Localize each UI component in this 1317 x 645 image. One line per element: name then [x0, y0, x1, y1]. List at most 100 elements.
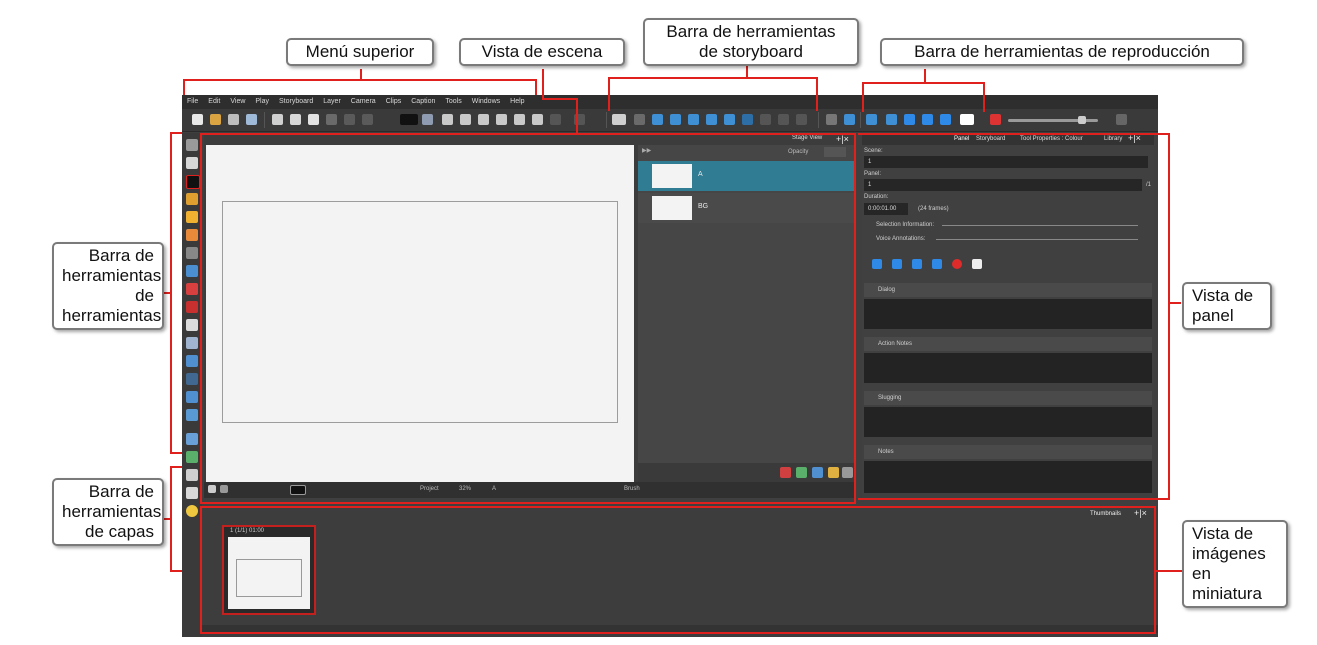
menu-storyboard[interactable]: Storyboard: [274, 95, 318, 109]
rotate-icon[interactable]: [186, 391, 198, 403]
storyboard-connector: [608, 77, 610, 111]
playback-connector: [924, 69, 926, 83]
eyedropper-icon[interactable]: [186, 301, 198, 313]
brush-icon[interactable]: [186, 175, 200, 189]
previous-icon[interactable]: [826, 114, 837, 125]
camera-mask-icon[interactable]: [478, 114, 489, 125]
transition-icon[interactable]: [796, 114, 807, 125]
grid-icon[interactable]: [442, 114, 453, 125]
play-scene-icon[interactable]: [886, 114, 897, 125]
next-icon[interactable]: [844, 114, 855, 125]
fit-icon[interactable]: [496, 114, 507, 125]
menu-connector: [360, 69, 362, 80]
new-vector-layer-icon[interactable]: [186, 433, 198, 445]
pencil-icon[interactable]: [186, 193, 198, 205]
sound-icon[interactable]: [940, 114, 951, 125]
first-frame-icon[interactable]: [866, 114, 877, 125]
menu-windows[interactable]: Windows: [467, 95, 505, 109]
delete-icon[interactable]: [326, 114, 337, 125]
menu-play[interactable]: Play: [250, 95, 274, 109]
paint-icon[interactable]: [186, 283, 198, 295]
new-panel-icon[interactable]: [652, 114, 663, 125]
callout-barra-capas: Barra de herramientas de capas: [52, 478, 164, 546]
menu-edit[interactable]: Edit: [203, 95, 225, 109]
new-scene-icon[interactable]: [634, 114, 645, 125]
layer-properties-icon[interactable]: [186, 487, 198, 499]
toolbar-separator: [606, 112, 607, 128]
trash-icon[interactable]: [186, 469, 198, 481]
menu-view[interactable]: View: [225, 95, 250, 109]
callout-barra-storyboard: Barra de herramientas de storyboard: [643, 18, 859, 66]
save-icon[interactable]: [228, 114, 239, 125]
pencil-thickness-icon[interactable]: [400, 114, 418, 125]
toolbar-separator: [860, 112, 861, 128]
callout-vista-escena: Vista de escena: [459, 38, 625, 66]
menu-help[interactable]: Help: [505, 95, 529, 109]
play-icon[interactable]: [904, 114, 915, 125]
paste-icon[interactable]: [308, 114, 319, 125]
onion-skin-icon[interactable]: [422, 114, 433, 125]
select-icon[interactable]: [186, 139, 198, 151]
toolbar-separator: [264, 112, 265, 128]
cut-icon[interactable]: [272, 114, 283, 125]
new-file-icon[interactable]: [192, 114, 203, 125]
film-strip-icon[interactable]: [514, 114, 525, 125]
tools-toolbar: [182, 133, 202, 637]
storyboard-connector: [816, 77, 818, 111]
camera-key-icon[interactable]: [760, 114, 771, 125]
panel-connector: [1169, 302, 1181, 304]
storyboard-connector: [746, 66, 748, 78]
stamp-icon[interactable]: [186, 211, 198, 223]
copy-icon[interactable]: [290, 114, 301, 125]
3d-icon[interactable]: [612, 114, 626, 125]
menu-layer[interactable]: Layer: [318, 95, 346, 109]
delete-panel-icon[interactable]: [724, 114, 735, 125]
playback-mode-icon[interactable]: [960, 114, 974, 125]
callout-menu-superior: Menú superior: [286, 38, 434, 66]
text-icon[interactable]: [186, 247, 198, 259]
menu-caption[interactable]: Caption: [406, 95, 440, 109]
transform-icon[interactable]: [186, 157, 198, 169]
scene-connector: [576, 98, 578, 134]
callout-vista-miniatura: Vista de imágenes en miniatura: [1182, 520, 1288, 608]
safe-area-icon[interactable]: [460, 114, 471, 125]
open-folder-icon[interactable]: [210, 114, 221, 125]
loop-icon[interactable]: [922, 114, 933, 125]
panel-highlight-box: [858, 133, 1170, 500]
rectangle-icon[interactable]: [186, 265, 198, 277]
menu-connector: [535, 79, 537, 95]
cutter-icon[interactable]: [186, 355, 198, 367]
save-as-icon[interactable]: [246, 114, 257, 125]
smart-join-icon[interactable]: [742, 114, 753, 125]
grid-tool-icon[interactable]: [186, 337, 198, 349]
menu-bar: File Edit View Play Storyboard Layer Cam…: [182, 95, 1158, 109]
tools-highlight-box: [170, 132, 182, 454]
new-bitmap-layer-icon[interactable]: [186, 451, 198, 463]
undo-icon[interactable]: [344, 114, 355, 125]
hand-tool-icon[interactable]: [186, 319, 198, 331]
redo-icon[interactable]: [362, 114, 373, 125]
hand-icon[interactable]: [550, 114, 561, 125]
lightbulb-icon[interactable]: [186, 505, 198, 517]
next-panel-arrow-icon[interactable]: [1116, 114, 1127, 125]
hd-icon[interactable]: [532, 114, 543, 125]
layers-highlight-box: [170, 466, 182, 572]
menu-clips[interactable]: Clips: [381, 95, 407, 109]
top-toolbar: [182, 109, 1158, 132]
record-icon[interactable]: [990, 114, 1001, 125]
storyboard-connector: [608, 77, 818, 79]
volume-slider-handle[interactable]: [1078, 116, 1086, 124]
menu-file[interactable]: File: [182, 95, 203, 109]
new-panel-after-icon[interactable]: [670, 114, 681, 125]
scene-highlight-box: [200, 133, 856, 504]
zoom-tool-icon[interactable]: [186, 373, 198, 385]
thumbs-connector: [1156, 570, 1182, 572]
menu-tools[interactable]: Tools: [440, 95, 466, 109]
duplicate-panel-icon[interactable]: [688, 114, 699, 125]
callout-vista-panel: Vista de panel: [1182, 282, 1272, 330]
camera-tool-icon[interactable]: [186, 409, 198, 421]
camera-icon[interactable]: [778, 114, 789, 125]
split-panel-icon[interactable]: [706, 114, 717, 125]
eraser-icon[interactable]: [186, 229, 198, 241]
menu-camera[interactable]: Camera: [346, 95, 381, 109]
